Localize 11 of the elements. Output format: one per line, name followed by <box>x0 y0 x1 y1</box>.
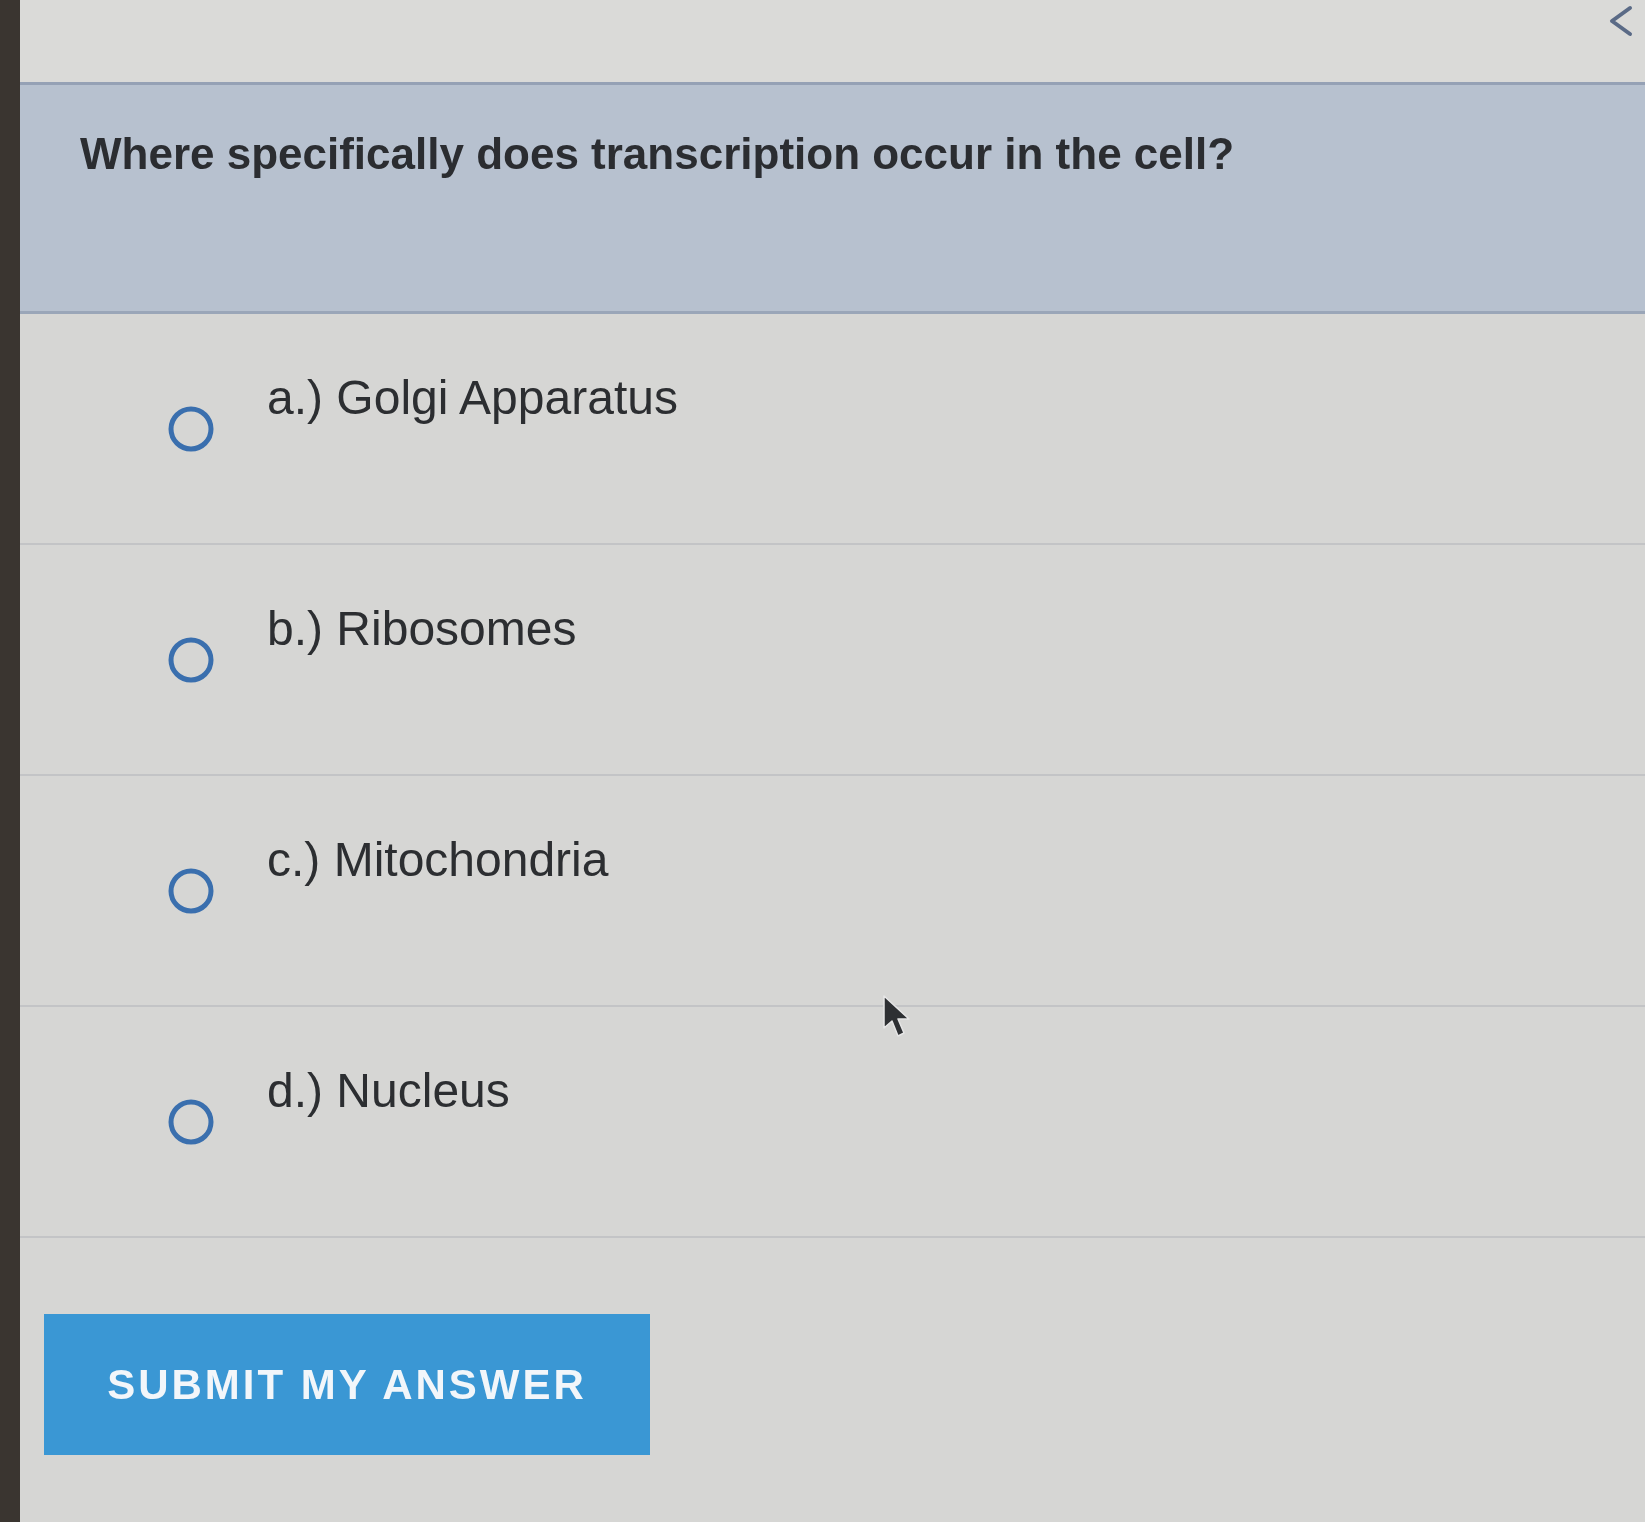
option-label[interactable]: c.) Mitochondria <box>267 832 609 888</box>
radio-button[interactable] <box>168 1099 214 1145</box>
radio-button[interactable] <box>168 868 214 914</box>
chevron-left-icon[interactable] <box>1607 4 1633 38</box>
option-label[interactable]: a.) Golgi Apparatus <box>267 370 678 426</box>
option-label[interactable]: d.) Nucleus <box>267 1063 510 1119</box>
mouse-pointer-icon <box>882 994 912 1040</box>
option-label[interactable]: b.) Ribosomes <box>267 601 577 657</box>
radio-button[interactable] <box>168 637 214 683</box>
radio-button[interactable] <box>168 406 214 452</box>
question-text: Where specifically does transcription occur in the cell? <box>80 128 1235 180</box>
